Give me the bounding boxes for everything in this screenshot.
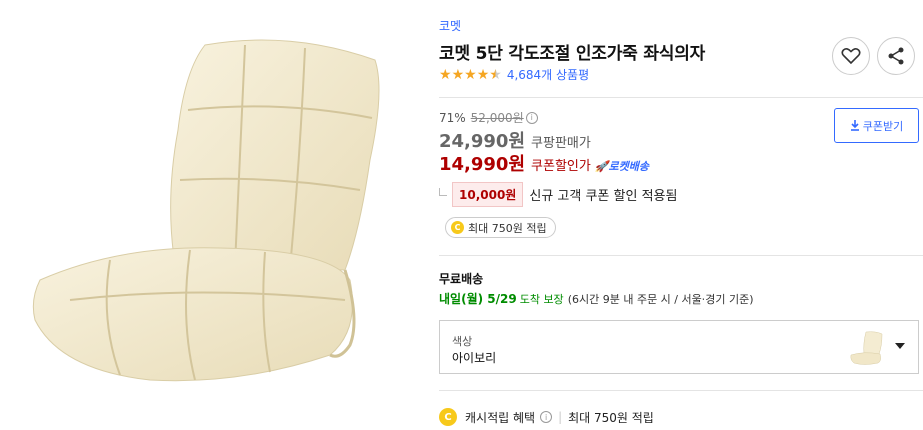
rocket-label: 로켓배송 (608, 160, 650, 173)
brand-link[interactable]: 코멧 (439, 17, 461, 34)
star-icon: ★ (476, 66, 490, 83)
info-icon[interactable]: i (540, 411, 553, 423)
review-count-link[interactable]: 4,684개 상품평 (507, 66, 589, 83)
chevron-down-icon[interactable] (895, 343, 905, 349)
new-customer-text: 신규 고객 쿠폰 할인 적용됨 (529, 189, 678, 204)
original-price: 52,000원 (470, 111, 524, 125)
product-info-panel: 코멧 코멧 5단 각도조절 인조가죽 좌식의자 ★ ★ ★ ★ ★ 4,684개… (439, 0, 923, 430)
share-icon (888, 47, 904, 65)
star-rating: ★ ★ ★ ★ ★ (439, 68, 502, 82)
delivery-date: 내일(월) 5/29 (439, 292, 517, 306)
chair-illustration (32, 39, 380, 382)
cash-reward-max: 최대 750원 적립 (568, 410, 654, 425)
discount-rate: 71% (439, 110, 466, 125)
product-title: 코멧 5단 각도조절 인조가죽 좌식의자 (439, 44, 706, 64)
coupon-price: 14,990원 (439, 154, 526, 175)
coupon-button-label: 쿠폰받기 (862, 119, 904, 133)
cash-reward-row: C 캐시적립 혜택 i | 최대 750원 적립 (439, 408, 654, 426)
color-option-select[interactable]: 색상 아이보리 (439, 320, 919, 374)
tree-corner-icon (439, 187, 447, 196)
divider (439, 390, 923, 391)
delivery-note: (6시간 9분 내 주문 시 / 서울⋅경기 기준) (567, 293, 754, 306)
cashback-pill-text: 최대 750원 적립 (468, 221, 547, 235)
half-star-icon: ★ (489, 66, 502, 83)
download-coupon-button[interactable]: 쿠폰받기 (834, 108, 919, 143)
heart-icon (841, 48, 861, 65)
wishlist-button[interactable] (832, 37, 870, 75)
share-button[interactable] (877, 37, 915, 75)
sale-price-label: 쿠팡판매가 (531, 136, 591, 151)
download-icon (850, 120, 859, 131)
shipping-label: 무료배송 (439, 272, 484, 286)
new-customer-coupon: 10,000원 신규 고객 쿠폰 할인 적용됨 (439, 182, 677, 207)
option-value: 아이보리 (452, 351, 497, 365)
rating-row: ★ ★ ★ ★ ★ 4,684개 상품평 (439, 66, 589, 83)
info-icon[interactable]: i (525, 111, 538, 124)
star-icon: ★ (451, 66, 465, 83)
rocket-icon: 🚀 (594, 160, 609, 173)
cashback-pill[interactable]: C 최대 750원 적립 (445, 217, 556, 238)
delivery-line: 내일(월) 5/29 도착 보장 (6시간 9분 내 주문 시 / 서울⋅경기 … (439, 290, 754, 307)
coupon-price-line: 14,990원 쿠폰할인가 🚀로켓배송 (439, 150, 649, 176)
cash-reward-label: 캐시적립 혜택 (465, 410, 536, 425)
divider (439, 255, 923, 256)
star-icon: ★ (439, 66, 452, 83)
new-customer-amount: 10,000원 (452, 182, 524, 207)
option-thumbnail (850, 331, 883, 365)
option-label: 색상 (452, 335, 473, 348)
separator: | (558, 410, 563, 424)
rocket-delivery-badge: 🚀로켓배송 (595, 158, 649, 174)
divider (439, 97, 923, 98)
product-image[interactable] (0, 0, 415, 430)
discount-line: 71% 52,000원 i (439, 109, 538, 126)
delivery-guarantee: 도착 보장 (519, 293, 564, 306)
coin-icon: C (439, 408, 457, 426)
star-icon: ★ (464, 66, 477, 83)
coin-icon: C (451, 221, 464, 234)
coupon-price-label: 쿠폰할인가 (531, 159, 591, 174)
